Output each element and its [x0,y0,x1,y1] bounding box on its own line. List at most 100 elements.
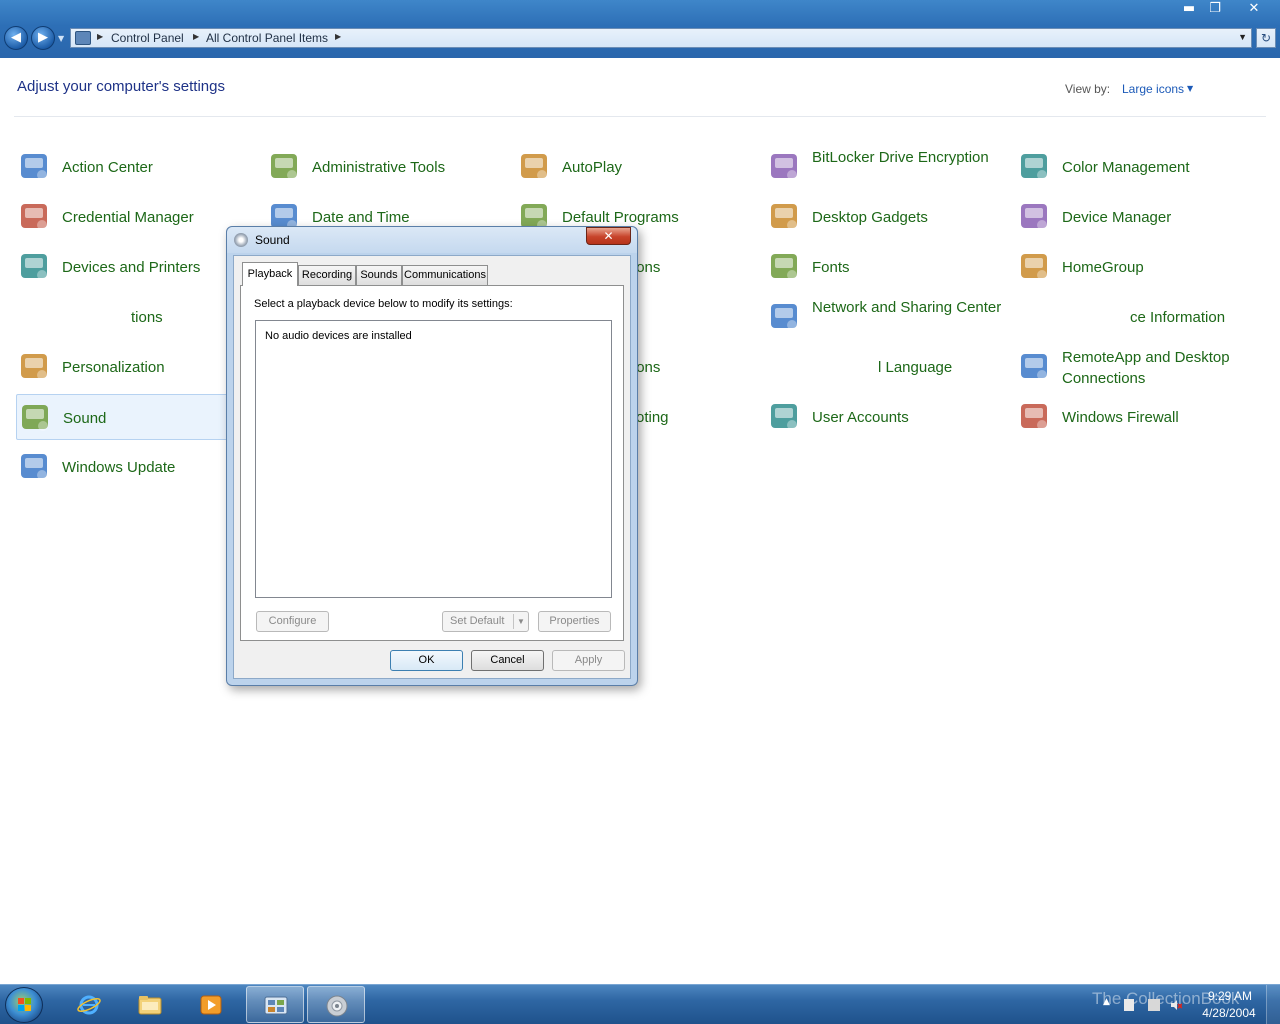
printer-icon [21,254,47,280]
autoplay-icon [521,154,547,180]
cp-item-tions[interactable]: tions [16,294,256,340]
cp-item-label: RemoteApp and Desktop Connections [1062,349,1230,387]
speaker-icon [234,233,248,247]
volume-muted-icon[interactable] [1170,999,1182,1011]
cp-item-label: Windows Update [62,459,176,476]
sound-dialog: Sound ✕ Playback Recording Sounds Commun… [226,226,638,686]
personalization-icon [21,354,47,380]
playback-tab-panel: Select a playback device below to modify… [240,285,624,641]
homegroup-icon [1021,254,1047,280]
cp-item-windows-firewall[interactable]: Windows Firewall [1016,394,1256,440]
windows-explorer-icon [138,996,162,1015]
cp-item-remoteapp-and-desktop-connections[interactable]: RemoteApp and Desktop Connections [1016,344,1256,390]
internet-explorer-icon [77,995,101,1015]
cp-item-label: HomeGroup [1062,259,1144,276]
bitlocker-key-icon [771,154,797,180]
cp-item-label: Date and Time [312,209,410,226]
cp-item-user-accounts[interactable]: User Accounts [766,394,1006,440]
taskbar-media-player[interactable] [182,986,240,1023]
chevron-down-icon[interactable]: ▼ [517,612,525,631]
firewall-icon [1021,404,1047,430]
playback-device-list[interactable]: No audio devices are installed [255,320,612,598]
cp-item-network-and-sharing-center[interactable]: Network and Sharing Center [766,294,1006,340]
cp-item-personalization[interactable]: Personalization [16,344,256,390]
action-center-flag-icon[interactable] [1124,999,1134,1011]
cp-item-label: Device Manager [1062,209,1172,226]
tab-sounds[interactable]: Sounds [356,265,402,285]
windows-update-icon [21,454,47,480]
cp-item-label: oting [636,409,669,426]
cp-item-administrative-tools[interactable]: Administrative Tools [266,144,506,190]
users-icon [771,404,797,430]
cp-item-devices-and-printers[interactable]: Devices and Printers [16,244,256,290]
fonts-folder-icon [771,254,797,280]
cp-item-label: User Accounts [812,409,909,426]
color-management-icon [1021,154,1047,180]
cp-item-label: ce Information [1130,309,1226,326]
device-manager-icon [1021,204,1047,230]
taskbar-internet-explorer[interactable] [60,986,118,1023]
cp-item-label: AutoPlay [562,159,623,176]
close-icon: ✕ [603,229,614,243]
cp-item-bitlocker-drive-encryption[interactable]: BitLocker Drive Encryption [766,144,1006,190]
cp-item-label: Desktop Gadgets [812,209,928,226]
cp-item-desktop-gadgets[interactable]: Desktop Gadgets [766,194,1006,240]
show-hidden-icons-button[interactable]: ▲ [1103,997,1115,1009]
dialog-close-button[interactable]: ✕ [586,227,631,245]
cp-item-label: Windows Firewall [1062,409,1179,426]
cp-item-fonts[interactable]: Fonts [766,244,1006,290]
media-player-icon [200,995,222,1015]
control-panel-icon [264,996,288,1015]
cp-item-label: Network and Sharing Center [812,299,1002,316]
configure-button[interactable]: Configure [256,611,329,632]
taskbar-sound[interactable] [307,986,365,1023]
apply-button[interactable]: Apply [552,650,625,671]
cp-item-l-language[interactable]: l Language [766,344,1006,390]
cp-item-label: tions [131,309,163,326]
network-icon [771,304,797,330]
tab-playback[interactable]: Playback [242,262,298,286]
taskbar-windows-explorer[interactable] [121,986,179,1023]
cp-item-label: Fonts [812,259,850,276]
empty-list-message: No audio devices are installed [265,330,412,342]
cp-item-label: BitLocker Drive Encryption [812,149,989,166]
remoteapp-icon [1021,354,1047,380]
cp-item-action-center[interactable]: Action Center [16,144,256,190]
tab-recording[interactable]: Recording [298,265,356,285]
split-divider [513,614,514,629]
clock-date[interactable]: 4/28/2004 [1197,1006,1261,1020]
cp-item-color-management[interactable]: Color Management [1016,144,1256,190]
cp-item-label: Devices and Printers [62,259,201,276]
cp-item-autoplay[interactable]: AutoPlay [516,144,756,190]
cp-item-label: l Language [878,359,953,376]
dialog-title: Sound [255,233,290,247]
cp-item-windows-update[interactable]: Windows Update [16,444,256,490]
dialog-titlebar[interactable]: Sound ✕ [227,227,637,253]
start-button[interactable] [5,987,43,1023]
cp-item-label: Credential Manager [62,209,194,226]
clock-time[interactable]: 9:29 AM [1205,989,1255,1003]
set-default-button[interactable]: Set Default ▼ [442,611,529,632]
tab-communications[interactable]: Communications [402,265,488,285]
cancel-button[interactable]: Cancel [471,650,544,671]
speaker-icon [22,405,48,431]
credential-vault-icon [21,204,47,230]
instruction-text: Select a playback device below to modify… [254,298,513,310]
cp-item-device-manager[interactable]: Device Manager [1016,194,1256,240]
windows-logo-icon [18,998,31,1011]
taskbar-control-panel[interactable] [246,986,304,1023]
flag-icon [21,154,47,180]
ok-button[interactable]: OK [390,650,463,671]
cp-item-sound[interactable]: Sound [16,394,256,440]
cp-item-label: Personalization [62,359,165,376]
cp-item-credential-manager[interactable]: Credential Manager [16,194,256,240]
cp-item-label: Administrative Tools [312,159,446,176]
cp-item-homegroup[interactable]: HomeGroup [1016,244,1256,290]
cp-item-ce-information[interactable]: ce Information [1016,294,1256,340]
network-icon[interactable] [1148,999,1160,1011]
cp-item-label: Default Programs [562,209,679,226]
sound-icon [326,995,348,1017]
properties-button[interactable]: Properties [538,611,611,632]
show-desktop-button[interactable] [1266,985,1280,1024]
admin-tools-icon [271,154,297,180]
